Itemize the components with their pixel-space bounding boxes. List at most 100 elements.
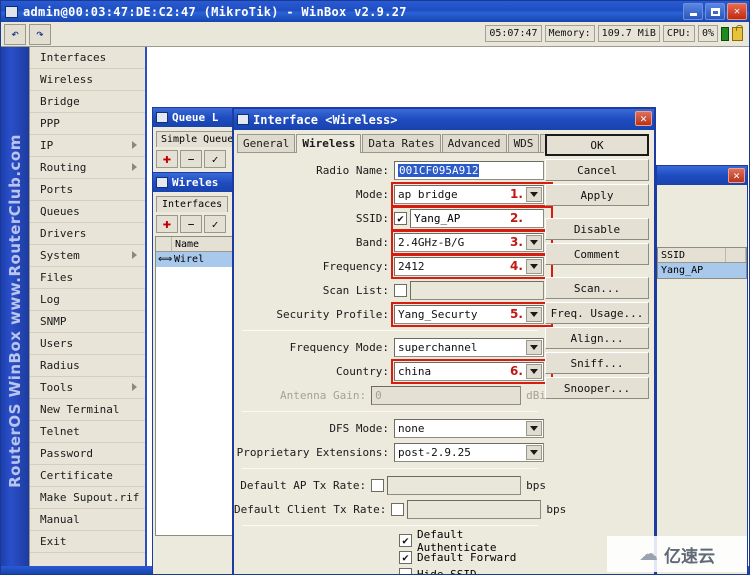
sidebar-item-telnet[interactable]: Telnet xyxy=(30,421,145,443)
sidebar-item-users[interactable]: Users xyxy=(30,333,145,355)
sidebar-item-new-terminal[interactable]: New Terminal xyxy=(30,399,145,421)
disable-button[interactable]: Disable xyxy=(545,218,649,240)
default-forward-checkbox[interactable]: ✔ xyxy=(399,551,412,564)
ssid-input[interactable]: Yang_AP xyxy=(410,209,544,228)
scan-list-input[interactable] xyxy=(410,281,544,300)
chevron-down-icon[interactable] xyxy=(526,421,542,436)
sidebar-item-ports[interactable]: Ports xyxy=(30,179,145,201)
sidebar-item-certificate[interactable]: Certificate xyxy=(30,465,145,487)
sidebar-item-routing[interactable]: Routing xyxy=(30,157,145,179)
dialog-titlebar: Interface <Wireless> ✕ xyxy=(234,109,654,130)
cancel-button[interactable]: Cancel xyxy=(545,159,649,181)
sidebar-item-drivers[interactable]: Drivers xyxy=(30,223,145,245)
sniff-button[interactable]: Sniff... xyxy=(545,352,649,374)
radio-name-input[interactable]: 001CF095A912 xyxy=(394,161,544,180)
default-client-tx-input[interactable] xyxy=(407,500,542,519)
column-header-ssid[interactable]: SSID xyxy=(658,248,726,262)
sidebar-item-label: Certificate xyxy=(40,469,113,482)
undo-button[interactable]: ↶ xyxy=(4,23,26,45)
queue-add-button[interactable]: ✚ xyxy=(156,150,178,168)
chevron-down-icon[interactable] xyxy=(526,340,542,355)
sidebar-item-label: Radius xyxy=(40,359,80,372)
wireless-enable-button[interactable]: ✓ xyxy=(204,215,226,233)
sidebar-item-wireless[interactable]: Wireless xyxy=(30,69,145,91)
sidebar-item-password[interactable]: Password xyxy=(30,443,145,465)
proprietary-ext-select[interactable]: post-2.9.25 xyxy=(394,443,544,462)
default-ap-tx-input[interactable] xyxy=(387,476,522,495)
sidebar-item-ppp[interactable]: PPP xyxy=(30,113,145,135)
scan-list-checkbox[interactable] xyxy=(394,284,407,297)
sidebar-item-manual[interactable]: Manual xyxy=(30,509,145,531)
registration-close-button[interactable]: ✕ xyxy=(728,168,745,183)
sidebar-item-log[interactable]: Log xyxy=(30,289,145,311)
wireless-remove-button[interactable]: − xyxy=(180,215,202,233)
sidebar-item-label: Drivers xyxy=(40,227,87,240)
close-button[interactable]: ✕ xyxy=(727,3,747,20)
hide-ssid-checkbox[interactable] xyxy=(399,568,412,574)
checkbox-row-default-forward[interactable]: ✔ Default Forward xyxy=(234,549,546,566)
tab-general[interactable]: General xyxy=(237,134,296,152)
queue-enable-button[interactable]: ✓ xyxy=(204,150,226,168)
sidebar-item-snmp[interactable]: SNMP xyxy=(30,311,145,333)
chevron-down-icon[interactable] xyxy=(526,187,542,202)
registration-list[interactable]: SSID Yang_AP xyxy=(657,247,747,279)
dialog-title: Interface <Wireless> xyxy=(253,112,398,127)
sidebar-item-bridge[interactable]: Bridge xyxy=(30,91,145,113)
default-client-tx-checkbox[interactable] xyxy=(391,503,405,516)
sidebar-item-queues[interactable]: Queues xyxy=(30,201,145,223)
sidebar-item-tools[interactable]: Tools xyxy=(30,377,145,399)
chevron-down-icon[interactable] xyxy=(526,307,542,322)
chevron-down-icon[interactable] xyxy=(526,364,542,379)
wireless-interface-list[interactable]: Name ⟺ Wirel xyxy=(155,236,244,536)
default-authenticate-checkbox[interactable]: ✔ xyxy=(399,534,412,547)
dfs-mode-select[interactable]: none xyxy=(394,419,544,438)
default-forward-label: Default Forward xyxy=(417,551,517,564)
maximize-button[interactable] xyxy=(705,3,725,20)
sidebar-item-interfaces[interactable]: Interfaces xyxy=(30,47,145,69)
freq-usage-button[interactable]: Freq. Usage... xyxy=(545,302,649,324)
apply-button[interactable]: Apply xyxy=(545,184,649,206)
sidebar-item-label: New Terminal xyxy=(40,403,120,416)
scan-button[interactable]: Scan... xyxy=(545,277,649,299)
default-ap-tx-checkbox[interactable] xyxy=(371,479,385,492)
ok-button[interactable]: OK xyxy=(545,134,649,156)
dialog-close-button[interactable]: ✕ xyxy=(635,111,652,126)
wireless-add-button[interactable]: ✚ xyxy=(156,215,178,233)
queue-remove-button[interactable]: − xyxy=(180,150,202,168)
sidebar-item-exit[interactable]: Exit xyxy=(30,531,145,553)
interface-wireless-dialog[interactable]: Interface <Wireless> ✕ General Wireless Da… xyxy=(232,107,656,574)
checkbox-row-hide-ssid[interactable]: Hide SSID xyxy=(234,566,546,574)
sidebar-item-label: Tools xyxy=(40,381,74,394)
ssid-checkbox[interactable]: ✔ xyxy=(394,212,407,225)
tab-advanced[interactable]: Advanced xyxy=(441,134,507,152)
dialog-button-column: OK Cancel Apply Disable Comment Scan... Freq. … xyxy=(545,134,649,399)
align-button[interactable]: Align... xyxy=(545,327,649,349)
sidebar-item-make-supout-rif[interactable]: Make Supout.rif xyxy=(30,487,145,509)
hide-ssid-label: Hide SSID xyxy=(417,568,477,574)
chevron-down-icon[interactable] xyxy=(526,235,542,250)
tab-simple-queues[interactable]: Simple Queue xyxy=(156,131,239,147)
table-row[interactable]: Yang_AP xyxy=(658,263,746,278)
column-header-flag[interactable] xyxy=(156,237,172,251)
minimize-button[interactable] xyxy=(683,3,703,20)
sidebar-item-radius[interactable]: Radius xyxy=(30,355,145,377)
tab-wds[interactable]: WDS xyxy=(507,134,540,152)
checkbox-row-default-authenticate[interactable]: ✔ Default Authenticate xyxy=(234,528,546,554)
redo-button[interactable]: ↷ xyxy=(29,23,51,45)
chevron-down-icon[interactable] xyxy=(526,445,542,460)
field-row-mode: Mode: ap bridge 1. xyxy=(234,182,553,207)
sidebar-item-ip[interactable]: IP xyxy=(30,135,145,157)
table-row[interactable]: ⟺ Wirel xyxy=(156,252,243,267)
tab-wireless[interactable]: Wireless xyxy=(296,134,362,153)
chevron-down-icon[interactable] xyxy=(526,259,542,274)
comment-button[interactable]: Comment xyxy=(545,243,649,265)
tab-data-rates[interactable]: Data Rates xyxy=(362,134,441,152)
sidebar-item-system[interactable]: System xyxy=(30,245,145,267)
sidebar-item-files[interactable]: Files xyxy=(30,267,145,289)
memory-label: Memory: xyxy=(544,25,595,42)
snooper-button[interactable]: Snooper... xyxy=(545,377,649,399)
registration-table-window[interactable]: ✕ SSID Yang_AP xyxy=(656,165,748,574)
frequency-mode-select[interactable]: superchannel xyxy=(394,338,544,357)
column-header-extra[interactable] xyxy=(726,248,746,262)
tab-interfaces[interactable]: Interfaces xyxy=(156,196,229,212)
